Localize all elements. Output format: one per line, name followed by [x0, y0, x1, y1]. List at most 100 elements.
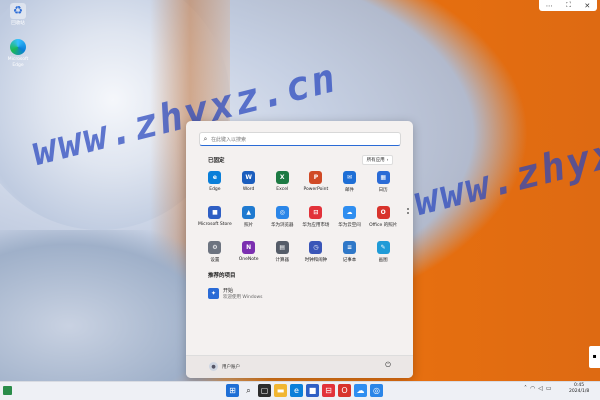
notepad-icon: ≡	[343, 241, 357, 254]
close-icon[interactable]: ✕	[584, 2, 590, 10]
start-menu: ⌕ 在此键入以搜索 已固定 所有应用 › e Edge W Word X Excel P Po…	[186, 121, 413, 378]
pinned-app-label: 时钟和闹钟	[304, 258, 328, 263]
all-apps-button[interactable]: 所有应用 ›	[362, 155, 393, 165]
pinned-app-label: 记事本	[342, 258, 357, 263]
pinned-app[interactable]: P PowerPoint	[299, 171, 333, 193]
pinned-app[interactable]: O Office 的照片	[366, 206, 400, 228]
huawei-browser-icon: ◎	[275, 206, 289, 219]
mail-icon: ✉	[343, 171, 357, 184]
edge-icon: e	[208, 171, 222, 184]
desktop-icon-label: 回收站	[11, 21, 25, 26]
recommended-title: 推荐的项目	[208, 273, 236, 279]
weather-widget-icon[interactable]	[3, 386, 12, 395]
more-icon[interactable]: ⋯	[546, 2, 553, 10]
pinned-title: 已固定	[208, 158, 225, 164]
huawei-cloud-icon: ☁	[343, 206, 357, 219]
paint-icon: ✎	[376, 241, 390, 254]
pinned-app-label: 计算器	[275, 258, 290, 263]
pinned-app-label: Office 的照片	[369, 223, 398, 228]
pinned-app-label: Microsoft Store	[198, 222, 232, 227]
clock-date: 2024/1/8	[569, 389, 590, 394]
user-name[interactable]: 用户账户	[222, 364, 240, 370]
system-tray: ˄ ◠ ◁ ▭	[524, 385, 552, 392]
watermark: www.zhyxz.cn	[409, 104, 600, 226]
settings-icon: ⚙	[208, 241, 222, 254]
word-icon: W	[242, 171, 256, 184]
pinned-app-label: 华为浏览器	[271, 223, 294, 228]
pinned-apps-grid: e Edge W Word X Excel P PowerPoint ✉ 邮件 ▦ 日历 ■ Micros…	[198, 171, 400, 263]
recycle-bin-icon: ♻	[10, 3, 26, 19]
start-footer: ● 用户账户 ⏻	[186, 355, 413, 378]
store-icon[interactable]: ■	[306, 384, 319, 397]
powerpoint-icon: P	[309, 171, 323, 184]
calendar-icon: ▦	[376, 171, 390, 184]
side-panel-handle[interactable]: ▪	[589, 346, 600, 368]
huawei-appgallery-icon: ⊟	[309, 206, 323, 219]
pinned-app[interactable]: ◷ 时钟和闹钟	[299, 241, 333, 263]
taskbar: ⊞ ⌕ ▢ ▬ e ■ ⊟ O ☁ ◎ ˄ ◠ ◁ ▭ 0:45 2024/1/…	[0, 381, 600, 400]
pinned-app[interactable]: ✉ 邮件	[333, 171, 367, 193]
volume-icon[interactable]: ◁	[538, 385, 543, 392]
desktop-icon-edge[interactable]: Microsoft Edge	[3, 39, 33, 69]
pinned-app-label: 邮件	[345, 188, 355, 193]
pinned-app-label: 画图	[378, 258, 388, 263]
chevron-right-icon: ›	[386, 157, 389, 163]
pinned-app[interactable]: ▦ 日历	[366, 171, 400, 193]
pinned-app-label: PowerPoint	[303, 187, 329, 192]
office-icon: O	[376, 206, 390, 219]
chevron-up-icon[interactable]: ˄	[524, 385, 527, 392]
pinned-app[interactable]: ▲ 照片	[232, 206, 266, 228]
pinned-app[interactable]: ✎ 画图	[366, 241, 400, 263]
pinned-app[interactable]: N OneNote	[232, 241, 266, 263]
pinned-app-label: 华为云空间	[338, 223, 361, 228]
pinned-app[interactable]: ■ Microsoft Store	[198, 206, 232, 228]
pinned-app[interactable]: ▤ 计算器	[265, 241, 299, 263]
taskbar-apps: ⊞ ⌕ ▢ ▬ e ■ ⊟ O ☁ ◎	[226, 384, 383, 397]
recommended-item-title: 开始	[223, 288, 234, 294]
huawei-appgallery-icon[interactable]: ⊟	[322, 384, 335, 397]
avatar[interactable]: ●	[209, 362, 218, 371]
pinned-app-label: Word	[242, 187, 255, 192]
pinned-app-label: 设置	[210, 258, 220, 263]
search-icon: ⌕	[203, 134, 208, 143]
calculator-icon: ▤	[275, 241, 289, 254]
pinned-app-label: Edge	[209, 187, 221, 192]
store-icon: ■	[208, 206, 222, 219]
pinned-app[interactable]: ≡ 记事本	[333, 241, 367, 263]
pinned-app-label: 照片	[244, 223, 254, 228]
pinned-app[interactable]: ☁ 华为云空间	[333, 206, 367, 228]
start-icon[interactable]: ⊞	[226, 384, 239, 397]
onenote-icon: N	[242, 241, 256, 254]
power-icon[interactable]: ⏻	[383, 361, 393, 371]
clock[interactable]: 0:45 2024/1/8	[569, 383, 589, 395]
office-icon[interactable]: O	[338, 384, 351, 397]
search-input[interactable]: ⌕ 在此键入以搜索	[199, 132, 401, 146]
task-view-icon[interactable]: ▢	[258, 384, 271, 397]
get-started-icon: ✦	[208, 288, 219, 299]
wifi-icon[interactable]: ◠	[530, 385, 535, 392]
edge-icon[interactable]: e	[290, 384, 303, 397]
desktop-icon-recycle-bin[interactable]: ♻ 回收站	[3, 3, 33, 27]
recommended-item-get-started[interactable]: ✦ 开始 欢迎使用 Windows	[208, 287, 263, 300]
pinned-app[interactable]: e Edge	[198, 171, 232, 193]
search-placeholder: 在此键入以搜索	[211, 136, 247, 143]
all-apps-label: 所有应用	[366, 158, 385, 163]
pinned-app-label: 华为应用市场	[302, 223, 330, 228]
clock-icon: ◷	[309, 241, 323, 254]
edge-icon	[10, 39, 26, 55]
pinned-app[interactable]: W Word	[232, 171, 266, 193]
search-icon[interactable]: ⌕	[242, 384, 255, 397]
huawei-browser-icon[interactable]: ◎	[370, 384, 383, 397]
remote-toolbar: ⋯ ⛶ ✕	[539, 0, 597, 11]
pinned-app[interactable]: X Excel	[265, 171, 299, 193]
battery-icon[interactable]: ▭	[546, 385, 552, 392]
pinned-app[interactable]: ⊟ 华为应用市场	[299, 206, 333, 228]
recommended-item-subtitle: 欢迎使用 Windows	[223, 295, 263, 300]
pinned-app[interactable]: ◎ 华为浏览器	[265, 206, 299, 228]
fullscreen-icon[interactable]: ⛶	[566, 1, 571, 10]
pinned-app[interactable]: ⚙ 设置	[198, 241, 232, 263]
file-explorer-icon[interactable]: ▬	[274, 384, 287, 397]
pinned-app-label: OneNote	[238, 257, 259, 262]
page-indicator[interactable]	[407, 208, 410, 216]
huawei-cloud-icon[interactable]: ☁	[354, 384, 367, 397]
